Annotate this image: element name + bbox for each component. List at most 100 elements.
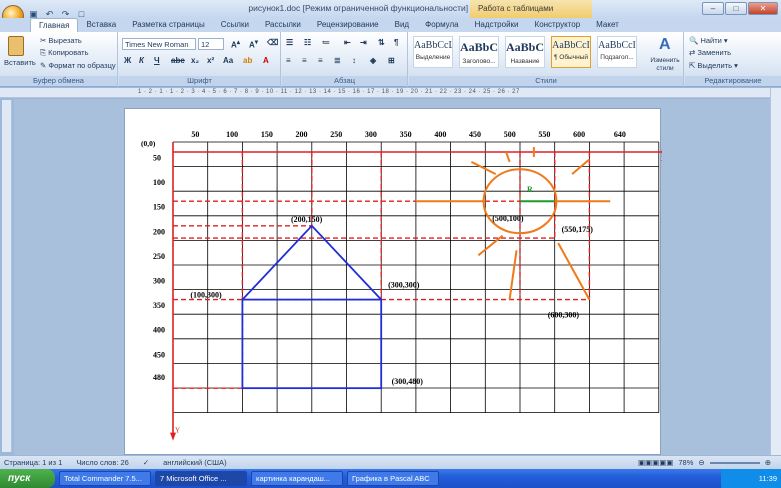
align-center-icon[interactable]: ≡ (302, 56, 307, 65)
paste-icon[interactable] (8, 36, 24, 56)
tab-8[interactable]: Надстройки (467, 18, 527, 32)
tab-5[interactable]: Рецензирование (309, 18, 387, 32)
numbering-icon[interactable]: ☷ (304, 38, 311, 47)
change-case-button[interactable]: Aa (223, 56, 233, 65)
style-2[interactable]: AaBbC Название (505, 36, 545, 68)
page-count[interactable]: Страница: 1 из 1 (4, 458, 62, 467)
tab-7[interactable]: Формула (417, 18, 467, 32)
sun-ray (477, 234, 504, 257)
style-name: ¶ Обычный (553, 54, 589, 61)
taskbar-item-1[interactable]: 7 Microsoft Office ... (155, 471, 247, 486)
bold-button[interactable]: Ж (124, 56, 131, 65)
shrink-font-button[interactable]: A▾ (249, 38, 258, 50)
clock: 11:39 (758, 474, 777, 483)
x-tick-label: 450 (469, 130, 481, 139)
font-size-select[interactable]: 12 (198, 38, 224, 50)
borders-icon[interactable]: ⊞ (388, 56, 395, 65)
system-tray: 11:39 (721, 469, 781, 488)
style-4[interactable]: AaBbCcI Подзагол... (597, 36, 637, 68)
multilevel-list-icon[interactable]: ≔ (322, 38, 330, 47)
paste-button[interactable]: Вставить (4, 58, 36, 67)
align-left-icon[interactable]: ≡ (286, 56, 291, 65)
change-styles-button[interactable]: Изменить стили (647, 57, 683, 73)
taskbar-item-0[interactable]: Total Commander 7.5... (59, 471, 151, 486)
style-3[interactable]: AaBbCcI ¶ Обычный (551, 36, 591, 68)
tab-3[interactable]: Ссылки (213, 18, 257, 32)
vertical-ruler[interactable] (2, 100, 12, 452)
line-spacing-icon[interactable]: ↕ (352, 56, 356, 65)
tab-4[interactable]: Рассылки (257, 18, 309, 32)
view-buttons[interactable]: ▣▣▣▣▣ (638, 458, 673, 467)
cut-button[interactable]: ✂ Вырезать (40, 36, 82, 45)
find-button[interactable]: 🔍 Найти ▾ (689, 36, 728, 45)
document-page[interactable]: 50 100 150 200 250 300 350 400 450 500 550 600 640 50… (124, 108, 662, 455)
zoom-in-button[interactable]: ⊕ (765, 458, 771, 467)
grow-font-button[interactable]: A▴ (231, 38, 240, 50)
taskbar-item-3[interactable]: Графика в Pascal ABC (347, 471, 439, 486)
spellcheck-icon[interactable]: ✓ (143, 458, 149, 467)
start-button[interactable]: пуск (0, 469, 55, 488)
style-0[interactable]: AaBbCcL Выделение (413, 36, 453, 68)
ribbon: Вставить ✂ Вырезать ⎘ Копировать ✎ Форма… (0, 32, 781, 87)
minimize-button[interactable]: – (702, 2, 724, 15)
format-painter-button[interactable]: ✎ Формат по образцу (40, 61, 116, 70)
x-tick-label: 350 (400, 130, 412, 139)
close-button[interactable]: ✕ (748, 2, 778, 15)
tab-0[interactable]: Главная (30, 18, 79, 32)
style-sample: AaBbCcL (414, 40, 452, 51)
shading-icon[interactable]: ◈ (370, 56, 376, 65)
style-sample: AaBbCcI (552, 40, 590, 51)
window-title: рисунок1.doc [Режим ограниченной функцио… (248, 3, 533, 13)
change-styles-icon[interactable]: A (659, 36, 671, 54)
find-label: Найти (700, 36, 722, 45)
sort-icon[interactable]: ⇅ (378, 38, 385, 47)
font-color-icon[interactable]: A (263, 56, 269, 65)
style-1[interactable]: AaBbC Заголово... (459, 36, 499, 68)
replace-button[interactable]: ⇄ Заменить (689, 48, 731, 57)
tab-6[interactable]: Вид (387, 18, 417, 32)
maximize-button[interactable]: □ (725, 2, 747, 15)
point-label: (300,480) (392, 377, 424, 386)
align-right-icon[interactable]: ≡ (318, 56, 323, 65)
editing-group: 🔍 Найти ▾ ⇄ Заменить ⇱ Выделить ▾ Редакт… (685, 32, 781, 87)
justify-icon[interactable]: ≣ (334, 56, 341, 65)
tab-10[interactable]: Макет (588, 18, 627, 32)
copy-label: Копировать (48, 48, 89, 57)
vertical-scrollbar[interactable] (770, 88, 781, 455)
copy-button[interactable]: ⎘ Копировать (40, 48, 88, 58)
paragraph-group: ☰ ☷ ≔ ⇤ ⇥ ⇅ ¶ ≡ ≡ ≡ ≣ ↕ ◈ ⊞ Абзац (282, 32, 408, 87)
strikethrough-button[interactable]: abe (171, 56, 185, 65)
zoom-out-button[interactable]: ⊖ (698, 458, 704, 467)
underline-button[interactable]: Ч (154, 56, 160, 65)
decrease-indent-icon[interactable]: ⇤ (344, 38, 351, 47)
zoom-level[interactable]: 78% (678, 458, 693, 467)
language-indicator[interactable]: английский (США) (163, 458, 226, 467)
select-button[interactable]: ⇱ Выделить ▾ (689, 61, 738, 70)
superscript-button[interactable]: x² (207, 56, 214, 65)
horizontal-ruler[interactable]: 1 · 2 · 1 · 1 · 2 · 3 · 4 · 5 · 6 · 7 · … (0, 88, 781, 98)
zoom-slider[interactable] (709, 461, 760, 464)
styles-group-label: Стили (409, 76, 683, 86)
style-name: Название (510, 58, 540, 65)
x-axis-label: X (661, 155, 662, 163)
pilcrow-icon[interactable]: ¶ (394, 38, 398, 47)
taskbar: пуск Total Commander 7.5... 7 Microsoft O… (0, 469, 781, 488)
italic-button[interactable]: К (139, 56, 144, 65)
y-axis-label: Y (175, 427, 180, 435)
tab-9[interactable]: Конструктор (527, 18, 589, 32)
y-tick-label: 100 (153, 178, 165, 187)
word-count[interactable]: Число слов: 26 (76, 458, 129, 467)
font-name-select[interactable]: Times New Roman (122, 38, 196, 50)
y-tick-label: 250 (153, 252, 165, 261)
styles-group: AaBbCcL Выделение AaBbC Заголово... AaBbC Наз… (409, 32, 684, 87)
taskbar-item-2[interactable]: картинка карандаш... (251, 471, 343, 486)
tab-1[interactable]: Вставка (78, 18, 124, 32)
x-tick-label: 100 (226, 130, 238, 139)
increase-indent-icon[interactable]: ⇥ (360, 38, 367, 47)
highlight-icon[interactable]: ab (243, 56, 252, 65)
sun-ray (505, 151, 511, 163)
clear-formatting-icon[interactable]: ⌫ (267, 38, 278, 47)
subscript-button[interactable]: x₂ (191, 56, 199, 65)
bullets-icon[interactable]: ☰ (286, 38, 293, 47)
tab-2[interactable]: Разметка страницы (124, 18, 213, 32)
